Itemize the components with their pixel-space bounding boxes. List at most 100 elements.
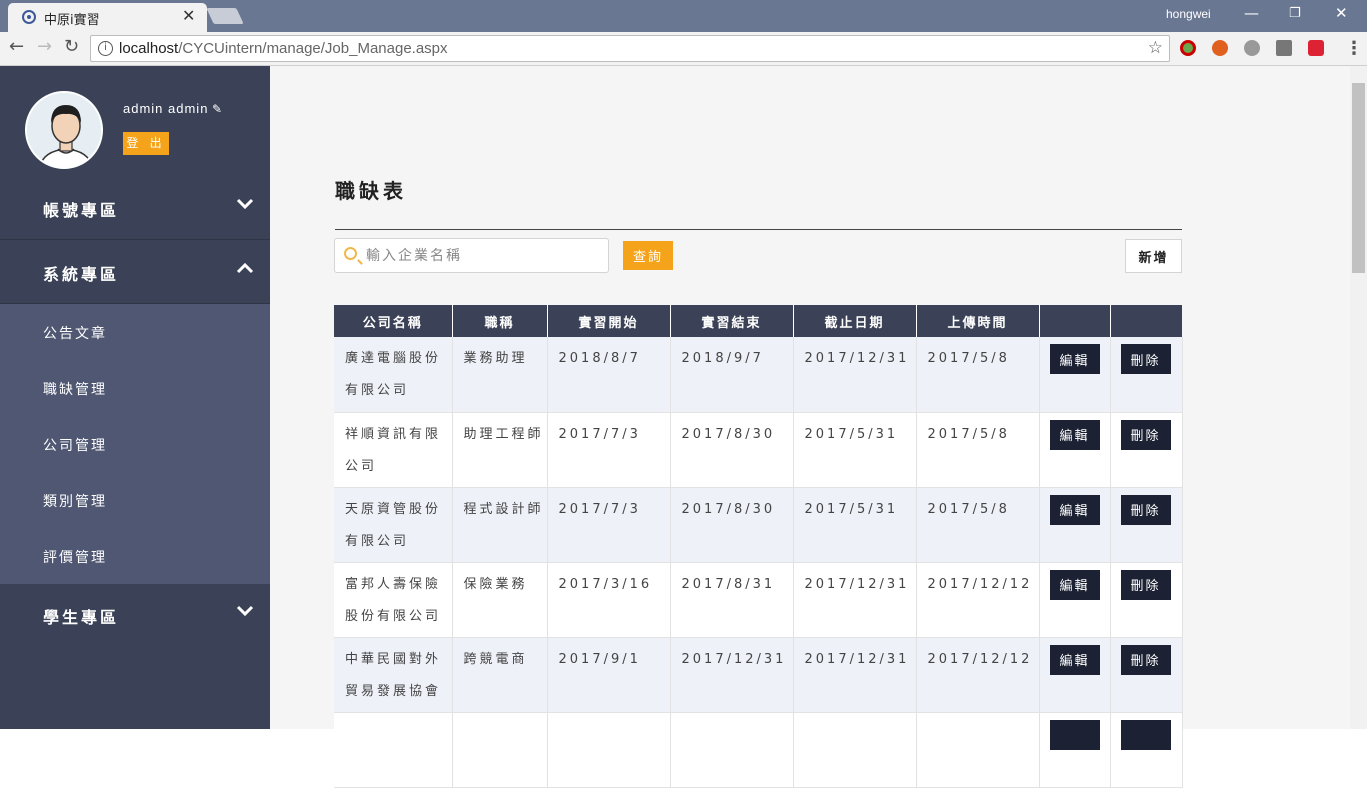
- cell-uploaded: 2017/5/8: [916, 487, 1040, 563]
- nav-group-student[interactable]: 學生專區: [0, 584, 270, 647]
- delete-button[interactable]: 刪除: [1120, 569, 1171, 600]
- edit-button[interactable]: 編輯: [1049, 419, 1100, 450]
- restore-icon[interactable]: ❐: [1289, 6, 1301, 21]
- reload-icon[interactable]: ↻: [64, 36, 79, 57]
- nav-group-account[interactable]: 帳號專區: [0, 177, 270, 240]
- avatar: [25, 91, 103, 169]
- username: admin admin: [123, 101, 209, 116]
- cell-edit: 編輯: [1039, 337, 1111, 413]
- edit-button[interactable]: 編輯: [1049, 569, 1100, 600]
- browser-menu-icon[interactable]: ⋮: [1345, 38, 1363, 59]
- table-row: 天原資管股份有限公司 程式設計師 2017/7/3 2017/8/30 2017…: [334, 487, 1183, 563]
- cell-company: 祥順資訊有限公司: [334, 412, 453, 488]
- cell-company: 廣達電腦股份有限公司: [334, 337, 453, 413]
- nav-group-system[interactable]: 系統專區: [0, 241, 270, 304]
- cell-delete: 刪除: [1110, 637, 1183, 713]
- browser-titlebar: 中原i實習 ✕ hongwei — ❐ ✕: [0, 0, 1367, 32]
- column-header-end[interactable]: 實習結束: [670, 305, 794, 337]
- cell-end: 2017/8/30: [670, 487, 794, 563]
- cell-company: [334, 712, 453, 788]
- column-header-start[interactable]: 實習開始: [547, 305, 671, 337]
- add-job-button[interactable]: 新增: [1125, 239, 1182, 273]
- delete-button[interactable]: 刪除: [1120, 344, 1171, 374]
- cell-deadline: [793, 712, 917, 788]
- extension-fire-icon[interactable]: [1212, 40, 1228, 56]
- nav-group-label: 帳號專區: [43, 201, 120, 220]
- cell-title: 業務助理: [452, 337, 548, 413]
- sidebar-item-reviews[interactable]: 評價管理: [43, 547, 107, 567]
- sidebar-item-jobs[interactable]: 職缺管理: [43, 379, 107, 399]
- table-row: [334, 712, 1183, 788]
- url-text[interactable]: localhost/CYCUintern/manage/Job_Manage.a…: [119, 40, 448, 57]
- cell-edit: 編輯: [1039, 637, 1111, 713]
- info-icon[interactable]: i: [98, 41, 113, 56]
- extension-box-icon[interactable]: [1276, 40, 1292, 56]
- cell-uploaded: 2017/12/12: [916, 637, 1040, 713]
- column-header-company[interactable]: 公司名稱: [334, 305, 453, 337]
- window-user-name: hongwei: [1166, 7, 1211, 21]
- extension-icon[interactable]: [1180, 40, 1196, 56]
- url-host: localhost: [119, 40, 179, 57]
- cell-deadline: 2017/5/31: [793, 412, 917, 488]
- column-header-title[interactable]: 職稱: [452, 305, 548, 337]
- cell-edit: 編輯: [1039, 562, 1111, 638]
- cell-delete: 刪除: [1110, 337, 1183, 413]
- system-submenu: 公告文章 職缺管理 公司管理 類別管理 評價管理: [0, 304, 270, 584]
- back-arrow-icon[interactable]: ←: [9, 36, 24, 57]
- close-window-icon[interactable]: ✕: [1335, 4, 1348, 22]
- star-icon[interactable]: ☆: [1148, 38, 1163, 58]
- edit-button[interactable]: 編輯: [1049, 494, 1100, 525]
- cell-company: 中華民國對外貿易發展協會: [334, 637, 453, 713]
- tab-close-icon[interactable]: ✕: [182, 6, 195, 25]
- cell-uploaded: [916, 712, 1040, 788]
- cell-company: 富邦人壽保險股份有限公司: [334, 562, 453, 638]
- cell-delete: 刪除: [1110, 562, 1183, 638]
- search-box[interactable]: [334, 238, 609, 273]
- delete-button[interactable]: 刪除: [1120, 494, 1171, 525]
- minimize-icon[interactable]: —: [1244, 4, 1259, 22]
- search-input[interactable]: [366, 245, 601, 267]
- cell-title: 跨競電商: [452, 637, 548, 713]
- nav-group-label: 學生專區: [43, 608, 120, 627]
- cell-title: 程式設計師: [452, 487, 548, 563]
- page-title: 職缺表: [335, 179, 407, 203]
- sidebar-item-categories[interactable]: 類別管理: [43, 491, 107, 511]
- cell-end: [670, 712, 794, 788]
- extension-gray-icon[interactable]: [1244, 40, 1260, 56]
- cell-start: 2018/8/7: [547, 337, 671, 413]
- pencil-icon[interactable]: ✎: [212, 102, 222, 116]
- query-button[interactable]: 查詢: [623, 241, 673, 270]
- delete-button[interactable]: [1120, 719, 1171, 750]
- cell-start: 2017/7/3: [547, 487, 671, 563]
- browser-tab[interactable]: 中原i實習 ✕: [8, 3, 207, 32]
- chevron-down-icon: [236, 195, 254, 214]
- column-header-uploaded[interactable]: 上傳時間: [916, 305, 1040, 337]
- edit-button[interactable]: 編輯: [1049, 644, 1100, 675]
- extension-red-icon[interactable]: [1308, 40, 1324, 56]
- cell-start: [547, 712, 671, 788]
- delete-button[interactable]: 刪除: [1120, 644, 1171, 675]
- cell-end: 2017/8/31: [670, 562, 794, 638]
- delete-button[interactable]: 刪除: [1120, 419, 1171, 450]
- column-header-delete: [1110, 305, 1182, 337]
- new-tab-button[interactable]: [206, 8, 244, 24]
- cell-start: 2017/3/16: [547, 562, 671, 638]
- logout-button[interactable]: 登 出: [123, 132, 169, 155]
- main-content: 職缺表 查詢 新增 公司名稱 職稱 實習開始 實習結束 截止日期 上傳時間: [270, 66, 1350, 788]
- cell-edit: 編輯: [1039, 487, 1111, 563]
- sidebar-item-companies[interactable]: 公司管理: [43, 435, 107, 455]
- address-bar[interactable]: i localhost/CYCUintern/manage/Job_Manage…: [90, 35, 1170, 62]
- cell-deadline: 2017/5/31: [793, 487, 917, 563]
- scrollbar-thumb[interactable]: [1352, 83, 1365, 273]
- column-header-deadline[interactable]: 截止日期: [793, 305, 917, 337]
- title-divider: [335, 229, 1182, 230]
- edit-button[interactable]: 編輯: [1049, 344, 1100, 374]
- edit-button[interactable]: [1049, 719, 1100, 750]
- cell-uploaded: 2017/12/12: [916, 562, 1040, 638]
- cell-title: 保險業務: [452, 562, 548, 638]
- cell-deadline: 2017/12/31: [793, 637, 917, 713]
- forward-arrow-icon[interactable]: →: [37, 36, 52, 57]
- table-row: 富邦人壽保險股份有限公司 保險業務 2017/3/16 2017/8/31 20…: [334, 562, 1183, 638]
- browser-toolbar: ← → ↻ i localhost/CYCUintern/manage/Job_…: [0, 32, 1367, 66]
- sidebar-item-announcements[interactable]: 公告文章: [43, 323, 107, 343]
